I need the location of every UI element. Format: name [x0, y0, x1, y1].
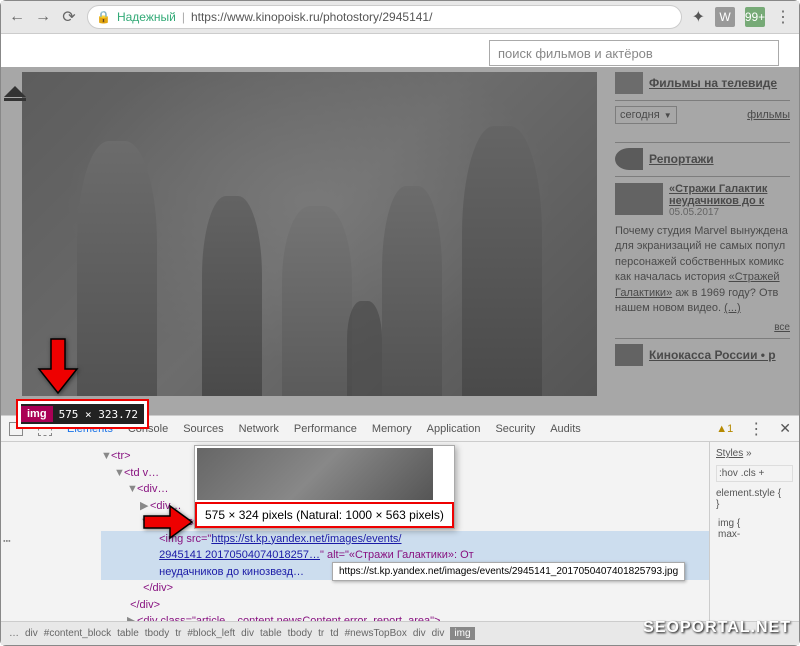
- reload-button[interactable]: ⟳: [61, 9, 77, 25]
- secure-label: Надежный: [117, 10, 176, 24]
- search-input[interactable]: поиск фильмов и актёров: [489, 40, 779, 66]
- site-logo[interactable]: ноПоиск: [41, 43, 117, 64]
- preview-thumbnail: [197, 448, 433, 500]
- element-tooltip: img 575 × 323.72: [16, 399, 149, 429]
- tab-performance[interactable]: Performance: [294, 423, 357, 435]
- extension-icon[interactable]: ✦: [692, 7, 705, 27]
- devtools-close[interactable]: ✕: [779, 420, 791, 437]
- devtools-menu[interactable]: ⋮: [748, 419, 764, 439]
- lock-icon: 🔒: [96, 10, 111, 24]
- image-preview-tooltip: 575 × 324 pixels (Natural: 1000 × 563 pi…: [194, 445, 455, 529]
- browser-toolbar: ← → ⟳ 🔒 Надежный | https://www.kinopoisk…: [1, 1, 799, 34]
- tab-network[interactable]: Network: [239, 423, 279, 435]
- address-bar[interactable]: 🔒 Надежный | https://www.kinopoisk.ru/ph…: [87, 5, 682, 29]
- inspector-overlay: [1, 67, 799, 447]
- back-button[interactable]: ←: [9, 9, 25, 25]
- tooltip-dimensions: 575 × 323.72: [53, 406, 144, 423]
- preview-dimensions: 575 × 324 pixels (Natural: 1000 × 563 pi…: [195, 502, 454, 528]
- tab-memory[interactable]: Memory: [372, 423, 412, 435]
- annotation-arrow-down: [37, 337, 79, 400]
- annotation-arrow-right: [142, 504, 194, 545]
- page-content: ноПоиск поиск фильмов и актёров Фильмы н…: [1, 34, 799, 414]
- url-tooltip: https://st.kp.yandex.net/images/events/2…: [332, 562, 685, 581]
- wiki-badge[interactable]: W: [715, 7, 735, 27]
- tab-sources[interactable]: Sources: [183, 423, 223, 435]
- tab-audits[interactable]: Audits: [550, 423, 581, 435]
- styles-panel[interactable]: Styles » :hov .cls + element.style { } i…: [709, 442, 799, 622]
- url-text: https://www.kinopoisk.ru/photostory/2945…: [191, 10, 432, 24]
- logo-icon: [11, 41, 35, 65]
- forward-button[interactable]: →: [35, 9, 51, 25]
- tooltip-tag: img: [21, 406, 53, 422]
- breadcrumb-selected: img: [450, 627, 474, 640]
- tab-application[interactable]: Application: [427, 423, 481, 435]
- watermark: SEOPORTAL.NET: [643, 619, 791, 637]
- tab-security[interactable]: Security: [495, 423, 535, 435]
- count-badge[interactable]: 99+: [745, 7, 765, 27]
- drawer-toggle[interactable]: ⋯: [3, 534, 13, 549]
- warnings-badge[interactable]: ▲1: [716, 423, 733, 435]
- jump-to-top-button[interactable]: [4, 86, 26, 101]
- menu-button[interactable]: ⋮: [775, 7, 791, 27]
